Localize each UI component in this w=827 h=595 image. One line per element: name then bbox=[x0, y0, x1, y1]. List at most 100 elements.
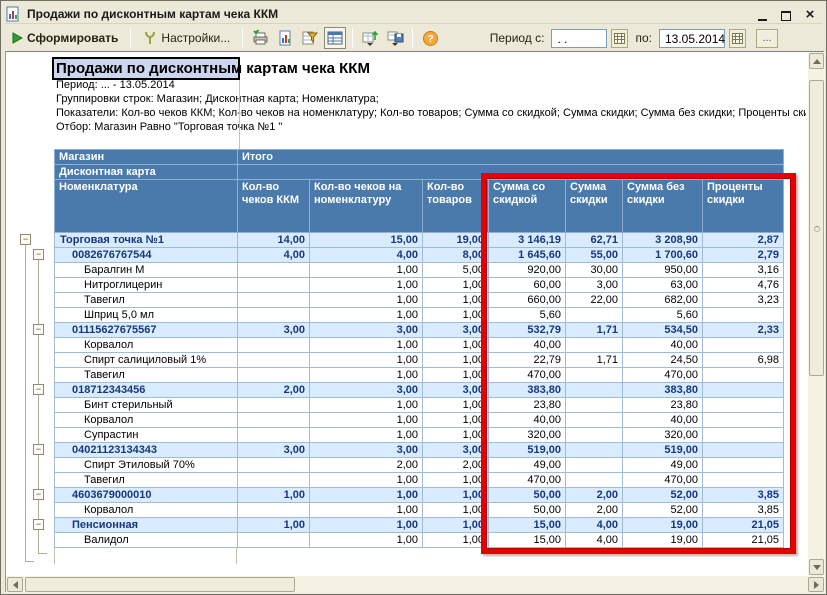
row-label-cell[interactable]: Валидол bbox=[55, 533, 238, 548]
value-cell[interactable] bbox=[238, 473, 310, 488]
value-cell[interactable] bbox=[238, 263, 310, 278]
row-label-cell[interactable]: 018712343456 bbox=[55, 383, 238, 398]
restore-values-button[interactable] bbox=[359, 27, 381, 49]
row-label-cell[interactable]: Пенсионная bbox=[55, 518, 238, 533]
value-cell[interactable]: 1,00 bbox=[310, 308, 423, 323]
value-cell[interactable]: 3,00 bbox=[238, 443, 310, 458]
value-cell[interactable]: 1,00 bbox=[310, 353, 423, 368]
column-header[interactable]: Кол-во чеков ККМ bbox=[238, 180, 310, 233]
value-cell[interactable]: 1,00 bbox=[310, 518, 423, 533]
collapse-group-button[interactable]: − bbox=[33, 519, 44, 530]
value-cell[interactable]: 1,00 bbox=[310, 338, 423, 353]
scroll-up-button[interactable] bbox=[809, 53, 824, 69]
value-cell[interactable]: 3,00 bbox=[310, 323, 423, 338]
value-cell[interactable]: 19,00 bbox=[423, 233, 489, 248]
value-cell[interactable] bbox=[238, 293, 310, 308]
value-cell[interactable]: 3,00 bbox=[310, 383, 423, 398]
value-cell[interactable]: 1,00 bbox=[238, 488, 310, 503]
generate-button[interactable]: Сформировать bbox=[5, 27, 124, 49]
value-cell[interactable]: 1,00 bbox=[238, 518, 310, 533]
settings-button[interactable]: Настройки... bbox=[137, 27, 236, 49]
value-cell[interactable]: 1,00 bbox=[310, 293, 423, 308]
row-label-cell[interactable]: Корвалол bbox=[55, 503, 238, 518]
row-label-cell[interactable]: 0082676767544 bbox=[55, 248, 238, 263]
header-discount-card[interactable]: Дисконтная карта bbox=[55, 165, 238, 180]
row-label-cell[interactable]: 04021123134343 bbox=[55, 443, 238, 458]
value-cell[interactable] bbox=[238, 503, 310, 518]
print-button[interactable] bbox=[249, 27, 271, 49]
value-cell[interactable]: 1,00 bbox=[423, 293, 489, 308]
value-cell[interactable]: 2,00 bbox=[238, 383, 310, 398]
value-cell[interactable] bbox=[238, 353, 310, 368]
value-cell[interactable] bbox=[238, 278, 310, 293]
row-label-cell[interactable]: Бинт стерильный bbox=[55, 398, 238, 413]
collapse-group-button[interactable]: − bbox=[33, 249, 44, 260]
collapse-group-button[interactable]: − bbox=[33, 324, 44, 335]
value-cell[interactable]: 3,00 bbox=[238, 323, 310, 338]
value-cell[interactable] bbox=[238, 458, 310, 473]
period-more-button[interactable]: ... bbox=[756, 29, 778, 48]
value-cell[interactable]: 3,00 bbox=[310, 443, 423, 458]
value-cell[interactable]: 3,00 bbox=[423, 323, 489, 338]
value-cell[interactable]: 1,00 bbox=[423, 533, 489, 548]
period-to-input[interactable]: 13.05.2014 bbox=[659, 29, 725, 48]
collapse-group-button[interactable]: − bbox=[33, 489, 44, 500]
value-cell[interactable]: 1,00 bbox=[423, 488, 489, 503]
minimize-button[interactable] bbox=[754, 7, 770, 21]
value-cell[interactable]: 1,00 bbox=[423, 278, 489, 293]
value-cell[interactable] bbox=[238, 338, 310, 353]
header-nomenklatura[interactable]: Номенклатура bbox=[55, 180, 238, 233]
horizontal-scrollbar[interactable] bbox=[6, 576, 825, 593]
value-cell[interactable]: 1,00 bbox=[423, 518, 489, 533]
vertical-scroll-thumb[interactable] bbox=[809, 80, 824, 376]
row-label-cell[interactable]: Корвалол bbox=[55, 413, 238, 428]
collapse-group-button[interactable]: − bbox=[33, 384, 44, 395]
column-header[interactable]: Кол-во чеков на номенклатуру bbox=[310, 180, 423, 233]
scroll-left-button[interactable] bbox=[7, 577, 23, 592]
value-cell[interactable]: 1,00 bbox=[423, 353, 489, 368]
period-to-calendar-button[interactable] bbox=[729, 29, 746, 48]
value-cell[interactable]: 1,00 bbox=[423, 368, 489, 383]
chart-button[interactable] bbox=[274, 27, 296, 49]
value-cell[interactable]: 8,00 bbox=[423, 248, 489, 263]
column-header[interactable]: Кол-во товаров bbox=[423, 180, 489, 233]
row-label-cell[interactable]: Торговая точка №1 bbox=[55, 233, 238, 248]
row-label-cell[interactable]: Тавегил bbox=[55, 368, 238, 383]
value-cell[interactable]: 1,00 bbox=[423, 503, 489, 518]
value-cell[interactable]: 1,00 bbox=[310, 503, 423, 518]
value-cell[interactable]: 1,00 bbox=[310, 398, 423, 413]
maximize-button[interactable] bbox=[778, 7, 794, 21]
value-cell[interactable]: 2,00 bbox=[310, 458, 423, 473]
value-cell[interactable] bbox=[238, 413, 310, 428]
help-button[interactable]: ? bbox=[419, 27, 441, 49]
row-label-cell[interactable]: Тавегил bbox=[55, 473, 238, 488]
row-label-cell[interactable]: 4603679000010 bbox=[55, 488, 238, 503]
close-button[interactable]: × bbox=[802, 7, 818, 21]
horizontal-scroll-thumb[interactable] bbox=[25, 577, 295, 592]
row-label-cell[interactable]: Нитроглицерин bbox=[55, 278, 238, 293]
row-label-cell[interactable]: Тавегил bbox=[55, 293, 238, 308]
vertical-scrollbar[interactable] bbox=[808, 52, 825, 576]
save-values-button[interactable] bbox=[384, 27, 406, 49]
value-cell[interactable]: 1,00 bbox=[310, 533, 423, 548]
value-cell[interactable]: 1,00 bbox=[310, 488, 423, 503]
value-cell[interactable]: 1,00 bbox=[423, 398, 489, 413]
value-cell[interactable]: 5,00 bbox=[423, 263, 489, 278]
value-cell[interactable]: 1,00 bbox=[423, 338, 489, 353]
value-cell[interactable]: 1,00 bbox=[310, 473, 423, 488]
period-from-input[interactable]: . . bbox=[551, 29, 607, 48]
value-cell[interactable]: 1,00 bbox=[310, 278, 423, 293]
spreadsheet[interactable]: Продажи по дисконтным картам чека ККМ Пе… bbox=[6, 52, 808, 576]
value-cell[interactable]: 14,00 bbox=[238, 233, 310, 248]
scroll-right-button[interactable] bbox=[808, 577, 824, 592]
scroll-down-button[interactable] bbox=[809, 559, 824, 575]
value-cell[interactable]: 1,00 bbox=[423, 413, 489, 428]
row-label-cell[interactable]: 01115627675567 bbox=[55, 323, 238, 338]
row-label-cell[interactable]: Супрастин bbox=[55, 428, 238, 443]
value-cell[interactable]: 4,00 bbox=[310, 248, 423, 263]
row-label-cell[interactable]: Шприц 5,0 мл bbox=[55, 308, 238, 323]
row-label-cell[interactable]: Баралгин М bbox=[55, 263, 238, 278]
header-magazin[interactable]: Магазин bbox=[55, 150, 238, 165]
value-cell[interactable]: 3,00 bbox=[423, 443, 489, 458]
value-cell[interactable]: 4,00 bbox=[238, 248, 310, 263]
